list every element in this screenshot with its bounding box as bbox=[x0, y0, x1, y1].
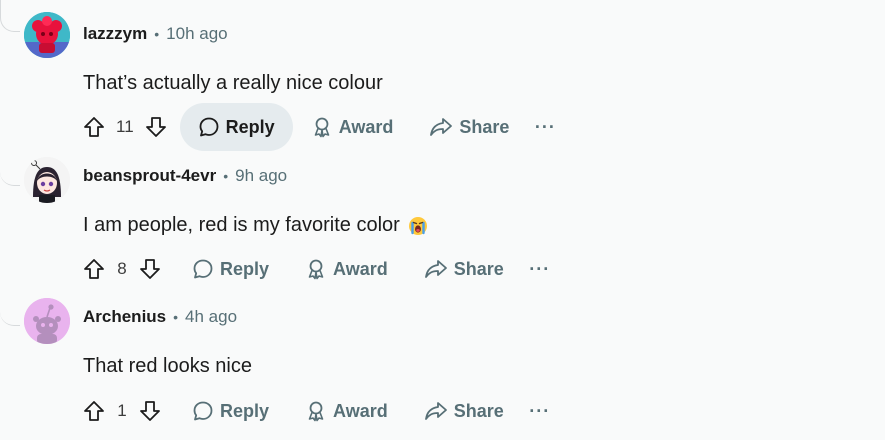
reply-label: Reply bbox=[225, 116, 275, 137]
comment-thread: lazzzym • 10h ago That’s actually a real… bbox=[0, 0, 885, 440]
reply-label: Reply bbox=[220, 400, 270, 421]
more-options-icon[interactable]: ··· bbox=[522, 251, 558, 287]
snoo-red-avatar[interactable] bbox=[24, 12, 70, 58]
comment-text: That red looks nice bbox=[83, 355, 252, 377]
award-icon bbox=[305, 400, 327, 422]
award-button[interactable]: Award bbox=[287, 387, 406, 435]
vote-count: 8 bbox=[117, 259, 127, 278]
share-icon bbox=[429, 116, 453, 138]
comment-bubble-icon bbox=[192, 258, 214, 280]
separator-dot: • bbox=[154, 26, 160, 42]
vote-control: 8 bbox=[80, 255, 164, 283]
upvote-icon[interactable] bbox=[80, 113, 108, 141]
timestamp[interactable]: 9h ago bbox=[235, 166, 287, 186]
comment-text: That’s actually a really nice colour bbox=[83, 72, 383, 94]
comment-meta: Archenius • 4h ago bbox=[83, 307, 237, 327]
vote-control: 11 bbox=[80, 113, 170, 141]
comment-bubble-icon bbox=[192, 400, 214, 422]
author-name[interactable]: beansprout-4evr bbox=[83, 166, 216, 186]
award-icon bbox=[311, 116, 333, 138]
thread-line bbox=[0, 290, 20, 326]
timestamp[interactable]: 10h ago bbox=[166, 24, 227, 44]
comment-actions: 1 Reply Award Share ··· bbox=[80, 387, 558, 435]
comment-actions: 8 Reply Award Share ··· bbox=[80, 245, 558, 293]
share-button[interactable]: Share bbox=[411, 103, 527, 151]
default-snoo-avatar[interactable] bbox=[24, 298, 70, 344]
comment-body: That red looks nice bbox=[83, 355, 252, 378]
share-label: Share bbox=[459, 116, 510, 137]
share-label: Share bbox=[453, 258, 504, 279]
share-button[interactable]: Share bbox=[406, 245, 522, 293]
thread-line bbox=[0, 146, 20, 186]
author-name[interactable]: lazzzym bbox=[83, 24, 147, 44]
reply-label: Reply bbox=[220, 258, 270, 279]
anime-character-avatar[interactable] bbox=[24, 157, 70, 203]
share-icon bbox=[424, 400, 448, 422]
comment-actions: 11 Reply Award Share ··· bbox=[80, 103, 563, 151]
award-icon bbox=[305, 258, 327, 280]
downvote-icon[interactable] bbox=[136, 255, 164, 283]
award-button[interactable]: Award bbox=[287, 245, 406, 293]
comment-body: I am people, red is my favorite color bbox=[83, 214, 428, 237]
share-button[interactable]: Share bbox=[406, 387, 522, 435]
comment-body: That’s actually a really nice colour bbox=[83, 72, 383, 95]
award-label: Award bbox=[333, 400, 388, 421]
more-options-icon[interactable]: ··· bbox=[522, 393, 558, 429]
reply-button[interactable]: Reply bbox=[179, 103, 293, 151]
more-options-icon[interactable]: ··· bbox=[527, 109, 563, 145]
vote-count: 11 bbox=[116, 117, 134, 136]
upvote-icon[interactable] bbox=[80, 255, 108, 283]
crying-face-emoji bbox=[408, 216, 428, 236]
vote-count: 1 bbox=[117, 401, 127, 420]
thread-line bbox=[0, 0, 20, 32]
separator-dot: • bbox=[173, 309, 179, 325]
downvote-icon[interactable] bbox=[136, 397, 164, 425]
share-icon bbox=[424, 258, 448, 280]
vote-control: 1 bbox=[80, 397, 164, 425]
reply-button[interactable]: Reply bbox=[174, 245, 287, 293]
award-button[interactable]: Award bbox=[293, 103, 412, 151]
downvote-icon[interactable] bbox=[142, 113, 170, 141]
author-name[interactable]: Archenius bbox=[83, 307, 166, 327]
award-label: Award bbox=[338, 116, 394, 137]
comment-bubble-icon bbox=[198, 116, 220, 138]
award-label: Award bbox=[333, 258, 388, 279]
comment-text: I am people, red is my favorite color bbox=[83, 214, 400, 236]
share-label: Share bbox=[453, 400, 504, 421]
reply-button[interactable]: Reply bbox=[174, 387, 287, 435]
comment-meta: beansprout-4evr • 9h ago bbox=[83, 166, 287, 186]
upvote-icon[interactable] bbox=[80, 397, 108, 425]
timestamp[interactable]: 4h ago bbox=[185, 307, 237, 327]
comment-meta: lazzzym • 10h ago bbox=[83, 24, 228, 44]
separator-dot: • bbox=[223, 168, 229, 184]
